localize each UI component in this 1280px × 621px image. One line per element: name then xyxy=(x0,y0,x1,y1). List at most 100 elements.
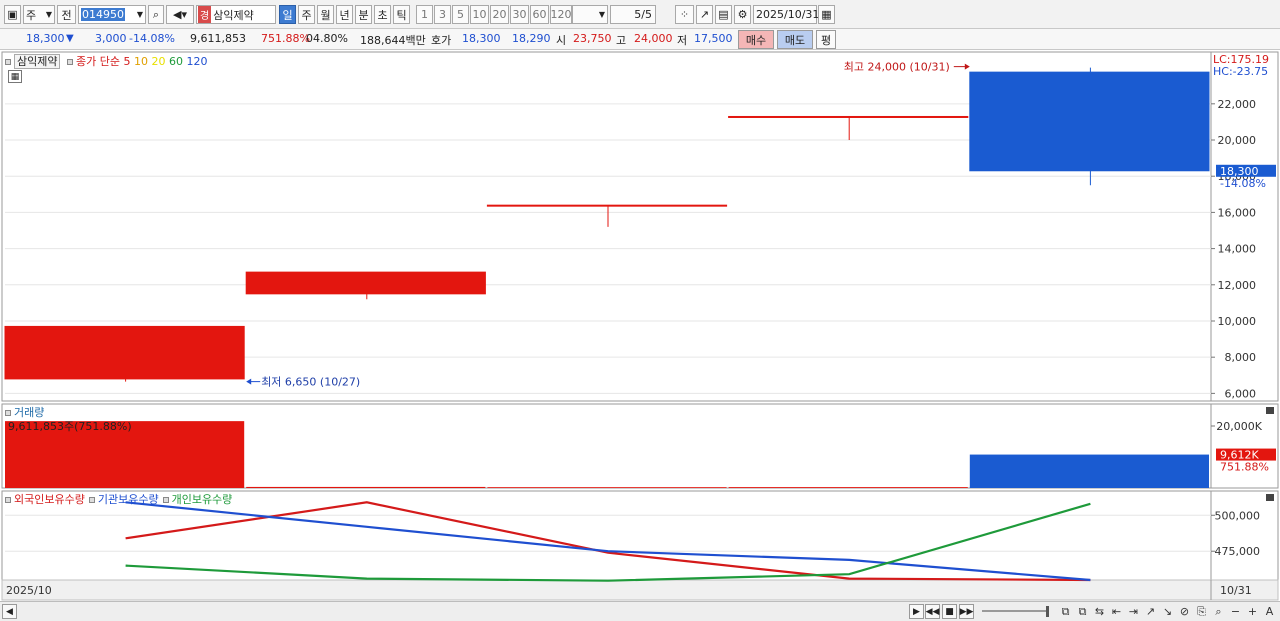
legend-toggle-icon[interactable] xyxy=(66,59,73,65)
period-tab-3[interactable]: 년 xyxy=(336,5,353,24)
page-indicator[interactable]: 5/5 xyxy=(610,5,656,24)
layout-icon[interactable]: ⧉ xyxy=(1058,604,1073,619)
legend-ma-5[interactable]: 5 xyxy=(123,55,134,68)
rewind-icon[interactable]: ◀◀ xyxy=(925,604,940,619)
legend-toggle-icon[interactable] xyxy=(162,497,169,503)
stop-icon[interactable]: ■ xyxy=(942,604,957,619)
legend-ma-label: 종가 단순 xyxy=(75,55,120,68)
gear-icon[interactable]: ⚙ xyxy=(734,5,751,24)
holders-tick-label: 500,000 xyxy=(1215,509,1261,522)
legend-toggle-icon[interactable] xyxy=(5,497,11,503)
legend-ma-60[interactable]: 60 xyxy=(169,55,187,68)
chevron-down-icon: ▼ xyxy=(136,10,143,19)
compare-icon[interactable]: ⇆ xyxy=(1092,604,1107,619)
clone-icon[interactable]: ⎘ xyxy=(1194,604,1209,619)
down-arrow-icon: ▼ xyxy=(66,33,74,44)
prev-button[interactable]: 전 xyxy=(57,5,76,24)
period-tab-4[interactable]: 분 xyxy=(355,5,372,24)
interval-tab-1[interactable]: 1 xyxy=(416,5,433,24)
evaluate-button[interactable]: 평 xyxy=(816,30,836,49)
volume-ratio: 751.88% xyxy=(261,32,310,45)
calendar-icon[interactable]: ▦ xyxy=(818,5,835,24)
stock-code-value: 014950 xyxy=(81,8,125,21)
interval-tab-30[interactable]: 30 xyxy=(510,5,529,24)
price-tick-label: 10,000 xyxy=(1218,315,1257,328)
buy-button[interactable]: 매수 xyxy=(738,30,774,49)
legend-holder-2[interactable]: 개인보유수량 xyxy=(172,493,233,506)
save-icon[interactable]: ▤ xyxy=(715,5,732,24)
search-icon[interactable]: ⌕ xyxy=(148,5,164,24)
date-axis-start: 2025/10 xyxy=(6,584,52,597)
date-input[interactable]: 2025/10/31 xyxy=(753,5,819,24)
window-menu-icon[interactable]: ▣ xyxy=(4,5,21,24)
interval-tab-20[interactable]: 20 xyxy=(490,5,509,24)
fast-forward-icon[interactable]: ▶▶ xyxy=(959,604,974,619)
table-icon[interactable]: ▦ xyxy=(8,70,22,83)
high-label: 고 xyxy=(616,34,627,47)
stock-chart[interactable]: 6,0008,00010,00012,00014,00016,00018,000… xyxy=(0,50,1280,601)
sell-button[interactable]: 매도 xyxy=(777,30,813,49)
legend-toggle-icon[interactable] xyxy=(5,59,11,65)
legend-ma-120[interactable]: 120 xyxy=(186,55,207,68)
candle-body xyxy=(486,204,728,207)
interval-tab-10[interactable]: 10 xyxy=(470,5,489,24)
candle-body xyxy=(969,71,1210,172)
fit-left-icon[interactable]: ⇤ xyxy=(1109,604,1124,619)
interval-tab-120[interactable]: 120 xyxy=(550,5,572,24)
period-tab-2[interactable]: 월 xyxy=(317,5,334,24)
period-tab-1[interactable]: 주 xyxy=(298,5,315,24)
chart-scrollbar[interactable]: ◀ ▶ ◀◀ ■ ▶▶ ⧉ ⧉ ⇆ ⇤ ⇥ ↗ ↘ ⊘ ⎘ ⌕ − + A xyxy=(0,601,1280,621)
copy-icon[interactable]: ⧉ xyxy=(1075,604,1090,619)
pane-maximize-icon xyxy=(1266,494,1274,501)
interval-tab-3[interactable]: 3 xyxy=(434,5,451,24)
candle-body xyxy=(4,325,245,380)
speaker-icon[interactable]: ◀▾ xyxy=(166,5,194,24)
stock-name-field[interactable]: 경 삼익제약 xyxy=(196,5,276,24)
legend-stock-name[interactable]: 삼익제약 xyxy=(14,54,61,69)
scroll-left-icon[interactable]: ◀ xyxy=(2,604,17,619)
scroll-right-icon[interactable]: ▶ xyxy=(909,604,924,619)
period-tab-0[interactable]: 일 xyxy=(279,5,296,24)
crosshair-icon[interactable]: ↗ xyxy=(696,5,713,24)
font-icon[interactable]: A xyxy=(1262,604,1277,619)
zoom-slider[interactable] xyxy=(982,610,1048,612)
legend-holder-0[interactable]: 외국인보유수량 xyxy=(14,493,85,506)
stock-name: 삼익제약 xyxy=(213,8,254,22)
interval-select[interactable]: ▼ xyxy=(572,5,608,24)
chevron-down-icon: ▼ xyxy=(598,10,605,19)
market-select[interactable]: 주 ▼ xyxy=(23,5,55,24)
legend-ma-20[interactable]: 20 xyxy=(151,55,169,68)
holders-tick-label: 475,000 xyxy=(1215,545,1261,558)
zoom-in-icon[interactable]: + xyxy=(1245,604,1260,619)
period-tab-6[interactable]: 틱 xyxy=(393,5,410,24)
hc-label: HC:-23.75 xyxy=(1213,65,1268,78)
volume-bar xyxy=(969,454,1209,488)
erase-icon[interactable]: ⊘ xyxy=(1177,604,1192,619)
legend-toggle-icon[interactable] xyxy=(88,497,95,503)
pattern-icon[interactable]: ⁘ xyxy=(675,5,694,24)
warning-badge: 경 xyxy=(198,6,212,23)
zoom-slider-handle[interactable] xyxy=(1046,606,1049,617)
market-select-label: 주 xyxy=(26,8,37,22)
fit-right-icon[interactable]: ⇥ xyxy=(1126,604,1141,619)
stock-code-input[interactable]: 014950 ▼ xyxy=(78,5,146,24)
period-tab-5[interactable]: 초 xyxy=(374,5,391,24)
price-tick-label: 6,000 xyxy=(1225,387,1257,400)
low-price: 17,500 xyxy=(694,32,733,45)
open-price: 23,750 xyxy=(573,32,612,45)
hoga-label: 호가 xyxy=(431,34,452,47)
trend-down-icon[interactable]: ↘ xyxy=(1160,604,1175,619)
zoom-search-icon[interactable]: ⌕ xyxy=(1211,604,1226,619)
interval-tab-5[interactable]: 5 xyxy=(452,5,469,24)
zoom-out-icon[interactable]: − xyxy=(1228,604,1243,619)
low-label: 저 xyxy=(677,34,688,47)
toolbar: ▣ 주 ▼ 전 014950 ▼ ⌕ ◀▾ 경 삼익제약 일주월년분초틱 1351… xyxy=(0,0,1280,29)
price-tick-label: 12,000 xyxy=(1218,279,1257,292)
volume-tag-rate: 751.88% xyxy=(1220,461,1269,474)
interval-tab-60[interactable]: 60 xyxy=(530,5,549,24)
legend-holder-1[interactable]: 기관보유수량 xyxy=(98,493,159,506)
trend-icon[interactable]: ↗ xyxy=(1143,604,1158,619)
legend-ma-10[interactable]: 10 xyxy=(134,55,152,68)
legend-toggle-icon[interactable] xyxy=(5,410,11,416)
price-change: 3,000 xyxy=(95,32,127,45)
